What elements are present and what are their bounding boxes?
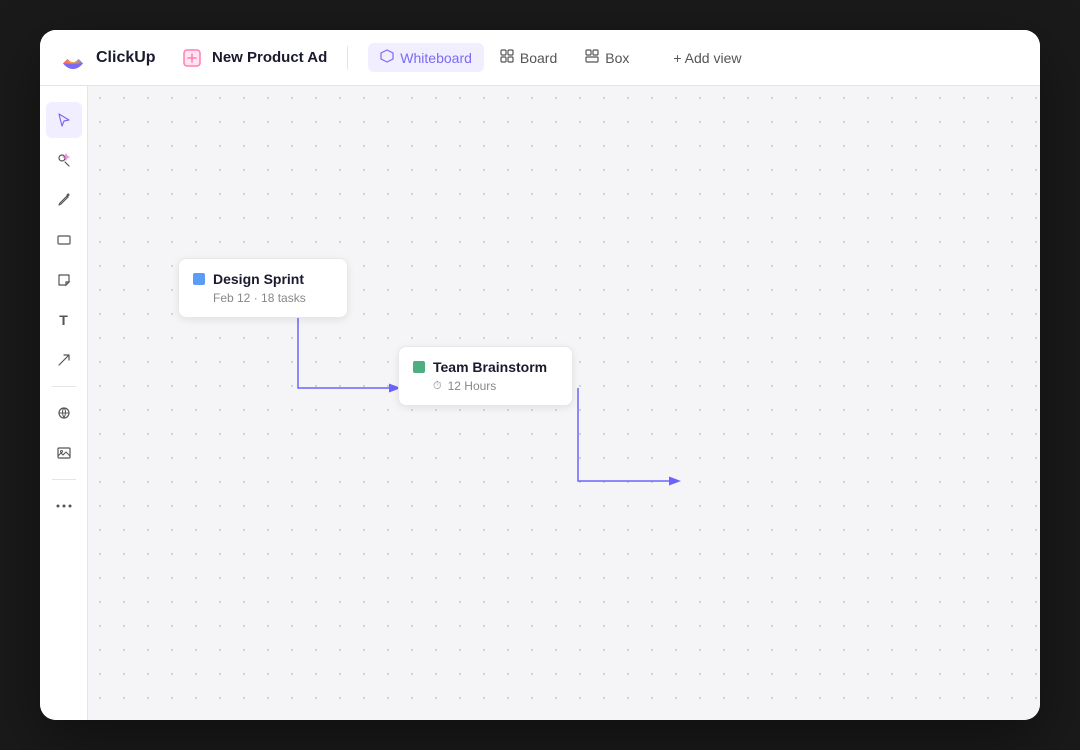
add-view-button[interactable]: + Add view <box>661 44 753 72</box>
tool-arrow[interactable] <box>46 342 82 378</box>
tool-globe[interactable] <box>46 395 82 431</box>
card-meta: Feb 12 · 18 tasks <box>193 291 333 305</box>
tool-divider <box>52 386 76 387</box>
tab-box[interactable]: Box <box>573 43 641 72</box>
tool-image[interactable] <box>46 435 82 471</box>
tool-magic[interactable] <box>46 142 82 178</box>
box-icon <box>585 49 599 66</box>
whiteboard-icon <box>380 49 394 66</box>
tab-whiteboard-label: Whiteboard <box>400 50 472 66</box>
header: ClickUp New Product Ad Whiteboard <box>40 30 1040 86</box>
nav-tabs: Whiteboard Board <box>368 43 641 72</box>
tool-pen[interactable] <box>46 182 82 218</box>
card-status-dot-2 <box>413 361 425 373</box>
tool-cursor[interactable] <box>46 102 82 138</box>
logo[interactable]: ClickUp <box>60 44 160 72</box>
hours-icon: ⏱ <box>433 380 442 393</box>
app-window: ClickUp New Product Ad Whiteboard <box>40 30 1040 720</box>
project-title-area: New Product Ad <box>180 46 348 70</box>
clickup-logo-icon <box>60 44 88 72</box>
card-design-sprint[interactable]: Design Sprint Feb 12 · 18 tasks <box>178 258 348 318</box>
tool-more[interactable] <box>46 488 82 524</box>
project-icon <box>180 46 204 70</box>
logo-text: ClickUp <box>96 49 156 67</box>
tab-board[interactable]: Board <box>488 43 569 72</box>
toolbar: T <box>40 86 88 720</box>
main-content: T <box>40 86 1040 720</box>
tool-text[interactable]: T <box>46 302 82 338</box>
board-icon <box>500 49 514 66</box>
tab-box-label: Box <box>605 50 629 66</box>
card-status-dot <box>193 273 205 285</box>
project-name: New Product Ad <box>212 49 327 66</box>
tool-divider-2 <box>52 479 76 480</box>
text-icon: T <box>59 312 68 328</box>
card-team-brainstorm[interactable]: Team Brainstorm ⏱ 12 Hours <box>398 346 573 406</box>
tool-rectangle[interactable] <box>46 222 82 258</box>
card-meta-row: ⏱ 12 Hours <box>413 379 558 393</box>
card-header: Design Sprint <box>193 271 333 287</box>
tool-note[interactable] <box>46 262 82 298</box>
canvas[interactable]: Design Sprint Feb 12 · 18 tasks Team Bra… <box>88 86 1040 720</box>
card-title: Design Sprint <box>213 271 304 287</box>
add-view-label: + Add view <box>673 50 741 66</box>
tab-board-label: Board <box>520 50 557 66</box>
card-header-2: Team Brainstorm <box>413 359 558 375</box>
card-hours: 12 Hours <box>448 379 497 393</box>
card-title-2: Team Brainstorm <box>433 359 547 375</box>
tab-whiteboard[interactable]: Whiteboard <box>368 43 484 72</box>
